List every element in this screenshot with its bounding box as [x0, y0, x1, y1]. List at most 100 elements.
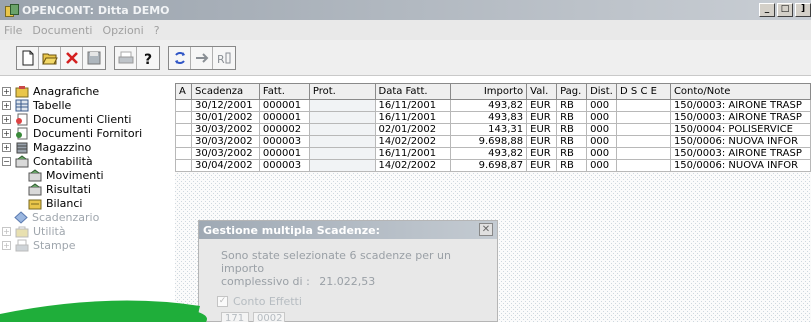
column-header-a[interactable]: A: [175, 83, 192, 100]
cell-fatt[interactable]: 000003: [258, 159, 310, 172]
cell-val[interactable]: EUR: [526, 147, 558, 160]
new-document-icon[interactable]: [17, 46, 39, 69]
cell-data-fatt[interactable]: 16/11/2001: [374, 147, 452, 160]
cell-data-fatt[interactable]: 14/02/2002: [374, 159, 452, 172]
cell-data-fatt[interactable]: 16/11/2001: [374, 111, 452, 124]
cell-val[interactable]: EUR: [526, 123, 558, 136]
collapse-icon[interactable]: −: [2, 156, 11, 166]
column-header-val[interactable]: Val.: [526, 83, 558, 100]
tree-item-anagrafiche[interactable]: + Anagrafiche: [2, 84, 99, 98]
cell-dist[interactable]: 000: [586, 147, 618, 160]
cell-prot[interactable]: [308, 147, 376, 160]
cell-fatt[interactable]: 000001: [258, 99, 310, 112]
expand-icon[interactable]: +: [2, 128, 11, 138]
cell-pag[interactable]: RB: [556, 159, 588, 172]
column-header-conto-note[interactable]: Conto/Note: [669, 83, 811, 100]
cell-scadenza[interactable]: 30/03/2002: [190, 147, 260, 160]
tree-item-utilita[interactable]: + Utilità: [2, 224, 66, 238]
cell-scadenza[interactable]: 30/03/2002: [190, 135, 260, 148]
table-row[interactable]: 30/03/2002 000001 16/11/2001 493,82 EUR …: [175, 147, 811, 160]
cell-a[interactable]: [175, 111, 192, 124]
cell-a[interactable]: [175, 159, 192, 172]
tree-item-documenti-fornitori[interactable]: + Documenti Fornitori: [2, 126, 142, 140]
column-header-dsce[interactable]: D S C E: [616, 83, 671, 100]
cell-scadenza[interactable]: 30/03/2002: [190, 123, 260, 136]
cell-val[interactable]: EUR: [526, 111, 558, 124]
cell-prot[interactable]: [308, 111, 376, 124]
cell-data-fatt[interactable]: 14/02/2002: [374, 135, 452, 148]
expand-icon[interactable]: +: [2, 142, 11, 152]
cell-scadenza[interactable]: 30/01/2002: [190, 111, 260, 124]
print-icon[interactable]: [115, 46, 137, 69]
cell-a[interactable]: [175, 147, 192, 160]
menu-documenti[interactable]: Documenti: [32, 24, 92, 37]
cell-conto-note[interactable]: 150/0004: POLISERVICE: [669, 123, 811, 136]
cell-dsce[interactable]: [616, 147, 671, 160]
cell-conto-note[interactable]: 150/0003: AIRONE TRASP: [669, 111, 811, 124]
cell-dist[interactable]: 000: [586, 111, 618, 124]
cell-dsce[interactable]: [616, 135, 671, 148]
cell-dsce[interactable]: [616, 123, 671, 136]
menu-opzioni[interactable]: Opzioni: [102, 24, 143, 37]
tree-item-stampe[interactable]: + Stampe: [2, 238, 76, 252]
cell-dist[interactable]: 000: [586, 99, 618, 112]
expand-icon[interactable]: +: [2, 86, 11, 96]
expand-icon[interactable]: +: [2, 226, 11, 236]
cell-conto-note[interactable]: 150/0003: AIRONE TRASP: [669, 147, 811, 160]
expand-icon[interactable]: +: [2, 114, 11, 124]
cell-data-fatt[interactable]: 16/11/2001: [374, 99, 452, 112]
maximize-button[interactable]: □: [777, 3, 793, 17]
cell-dist[interactable]: 000: [586, 123, 618, 136]
cell-data-fatt[interactable]: 02/01/2002: [374, 123, 452, 136]
column-header-pag[interactable]: Pag.: [556, 83, 588, 100]
cell-prot[interactable]: [308, 99, 376, 112]
arrow-right-icon[interactable]: [191, 46, 213, 69]
cell-conto-note[interactable]: 150/0006: NUOVA INFOR: [669, 135, 811, 148]
cell-pag[interactable]: RB: [556, 99, 588, 112]
import-icon[interactable]: R: [213, 47, 235, 69]
open-folder-icon[interactable]: [39, 46, 61, 69]
cell-fatt[interactable]: 000003: [258, 135, 310, 148]
cell-importo[interactable]: 9.698,88: [450, 135, 528, 148]
column-header-importo[interactable]: Importo: [450, 83, 528, 100]
table-row[interactable]: 30/12/2001 000001 16/11/2001 493,82 EUR …: [175, 99, 811, 112]
menu-help[interactable]: ?: [154, 24, 160, 37]
column-header-scadenza[interactable]: Scadenza: [190, 83, 260, 100]
cell-a[interactable]: [175, 99, 192, 112]
cell-importo[interactable]: 9.698,87: [450, 159, 528, 172]
cell-pag[interactable]: RB: [556, 135, 588, 148]
cell-prot[interactable]: [308, 135, 376, 148]
column-header-fatt[interactable]: Fatt.: [258, 83, 310, 100]
table-row[interactable]: 30/01/2002 000001 16/11/2001 493,83 EUR …: [175, 111, 811, 124]
tree-item-magazzino[interactable]: + Magazzino: [2, 140, 91, 154]
cell-dsce[interactable]: [616, 159, 671, 172]
cell-val[interactable]: EUR: [526, 135, 558, 148]
cell-prot[interactable]: [308, 123, 376, 136]
tree-item-risultati[interactable]: Risultati: [28, 182, 91, 196]
cell-fatt[interactable]: 000001: [258, 147, 310, 160]
cell-dsce[interactable]: [616, 111, 671, 124]
table-row[interactable]: 30/03/2002 000003 14/02/2002 9.698,88 EU…: [175, 135, 811, 148]
tree-item-movimenti[interactable]: Movimenti: [28, 168, 104, 182]
cell-importo[interactable]: 493,82: [450, 147, 528, 160]
tree-item-documenti-clienti[interactable]: + Documenti Clienti: [2, 112, 131, 126]
cell-importo[interactable]: 493,82: [450, 99, 528, 112]
tree-item-scadenzario[interactable]: Scadenzario: [14, 210, 99, 224]
cell-dist[interactable]: 000: [586, 135, 618, 148]
table-row[interactable]: 30/03/2002 000002 02/01/2002 143,31 EUR …: [175, 123, 811, 136]
save-icon[interactable]: [83, 47, 105, 69]
cell-scadenza[interactable]: 30/04/2002: [190, 159, 260, 172]
cell-pag[interactable]: RB: [556, 147, 588, 160]
cell-scadenza[interactable]: 30/12/2001: [190, 99, 260, 112]
cell-dist[interactable]: 000: [586, 159, 618, 172]
help-icon[interactable]: ?: [137, 47, 159, 69]
close-button[interactable]: ]: [795, 3, 811, 17]
cell-prot[interactable]: [308, 159, 376, 172]
dialog-title-bar[interactable]: Gestione multipla Scadenze: ✕: [199, 221, 497, 239]
delete-icon[interactable]: [61, 46, 83, 69]
column-header-dist[interactable]: Dist.: [586, 83, 618, 100]
column-header-prot[interactable]: Prot.: [308, 83, 376, 100]
table-row[interactable]: 30/04/2002 000003 14/02/2002 9.698,87 EU…: [175, 159, 811, 172]
cell-val[interactable]: EUR: [526, 159, 558, 172]
tree-item-tabelle[interactable]: + Tabelle: [2, 98, 71, 112]
